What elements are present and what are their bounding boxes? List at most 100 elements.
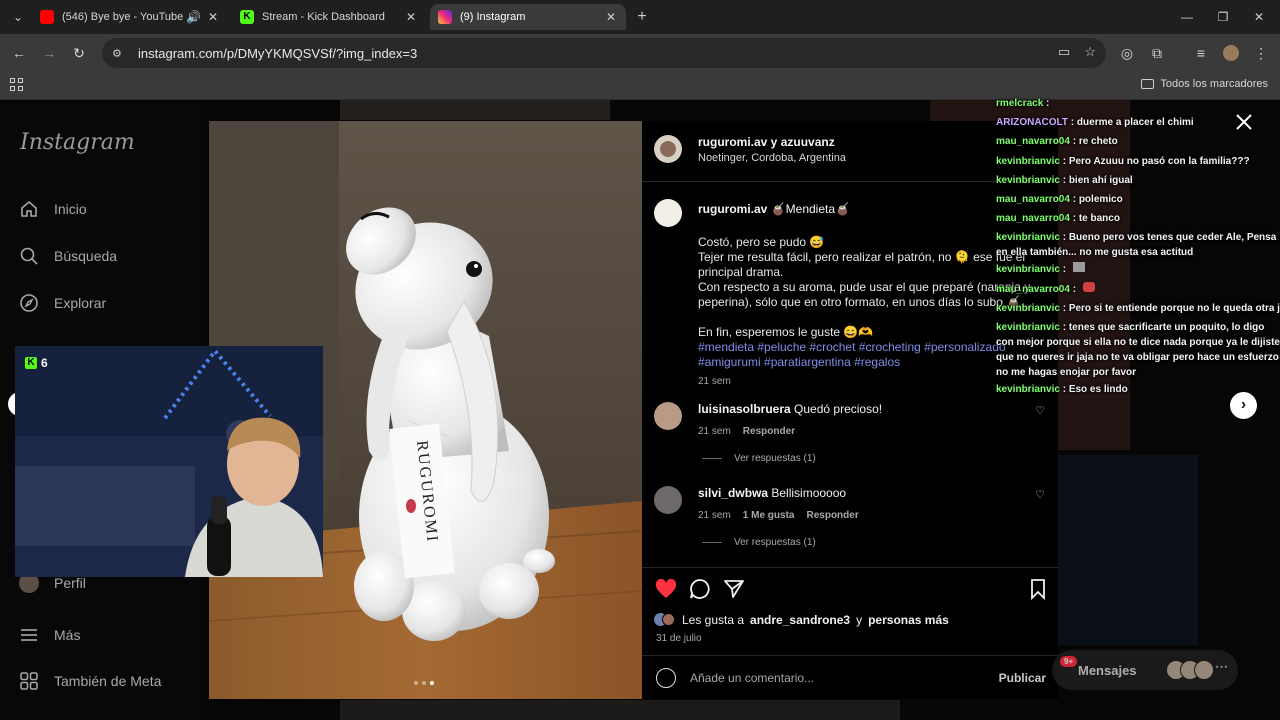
post-location[interactable]: Noetinger, Cordoba, Argentina xyxy=(698,152,846,164)
emoji-picker-icon[interactable] xyxy=(656,668,676,688)
chat-username: kevinbrianvic xyxy=(996,302,1060,314)
forward-arrow-icon[interactable]: → xyxy=(38,42,60,64)
like-comment-heart-icon[interactable]: ♡ xyxy=(1035,488,1045,501)
carousel-dot-active[interactable] xyxy=(430,681,434,685)
chat-emote xyxy=(1082,281,1095,292)
extensions-icon[interactable]: ⧉ xyxy=(1146,42,1168,64)
media-controls-icon[interactable]: ≡ xyxy=(1190,42,1212,64)
kick-viewer-count: K 6 xyxy=(25,356,48,370)
carousel-dot[interactable] xyxy=(422,681,426,685)
restore-icon[interactable]: ❐ xyxy=(1212,6,1234,28)
tab-kick-dashboard[interactable]: K Stream - Kick Dashboard ✕ xyxy=(232,4,426,30)
nav-label: Explorar xyxy=(54,295,107,311)
viewer-count: 6 xyxy=(41,356,48,370)
chat-text: bien ahí igual xyxy=(1068,174,1133,186)
nav-item-mas[interactable]: Más xyxy=(18,624,80,646)
incognito-icon[interactable]: ◎ xyxy=(1116,42,1138,64)
url-text[interactable]: instagram.com/p/DMyYKMQSVSf/?img_index=3 xyxy=(138,46,417,61)
minimize-icon[interactable]: — xyxy=(1176,6,1198,28)
view-replies-button[interactable]: Ver respuestas (1) xyxy=(702,537,816,548)
nav-item-inicio[interactable]: Inicio xyxy=(18,198,87,220)
chat-username: mau_navarro04 xyxy=(996,136,1070,148)
liked-heart-icon[interactable] xyxy=(654,577,678,601)
nav-label: Perfil xyxy=(54,575,86,591)
meta-apps-icon xyxy=(18,670,40,692)
nav-label: También de Meta xyxy=(54,673,162,689)
carousel-dot[interactable] xyxy=(414,681,418,685)
reply-button[interactable]: Responder xyxy=(743,426,795,437)
chat-username: kevinbrianvic xyxy=(996,264,1060,276)
liker-username[interactable]: andre_sandrone3 xyxy=(750,613,850,627)
browser-tab-strip: ⌄ (546) Bye bye - YouTube 🔊 ✕ K Stream -… xyxy=(0,0,1280,34)
close-tab-icon[interactable]: ✕ xyxy=(404,10,418,24)
comment-username[interactable]: silvi_dwbwa xyxy=(698,486,768,500)
chat-message: rmelcrack : xyxy=(996,98,1050,109)
view-replies-label: Ver respuestas (1) xyxy=(734,453,816,464)
actions-divider xyxy=(642,567,1058,568)
tab-search-chevron-icon[interactable]: ⌄ xyxy=(8,7,28,27)
publish-button[interactable]: Publicar xyxy=(999,671,1046,685)
nav-item-busqueda[interactable]: Búsqueda xyxy=(18,245,117,267)
chat-text: te banco xyxy=(1078,213,1120,225)
tab-title: Stream - Kick Dashboard xyxy=(262,11,385,23)
chat-username: kevinbrianvic xyxy=(996,322,1060,334)
chat-text: Pero si te entiende porque no le queda o… xyxy=(1068,302,1280,314)
share-paper-plane-icon[interactable] xyxy=(722,577,746,601)
likers-avatars[interactable] xyxy=(654,613,676,627)
messages-avatars xyxy=(1166,660,1214,680)
chat-message: mau_navarro04 : re cheto xyxy=(996,136,1118,148)
nav-item-tambien-de-meta[interactable]: También de Meta xyxy=(18,670,161,692)
tab-youtube[interactable]: (546) Bye bye - YouTube 🔊 ✕ xyxy=(32,4,228,30)
back-arrow-icon[interactable]: ← xyxy=(8,42,30,64)
all-bookmarks[interactable]: Todos los marcadores xyxy=(1141,78,1268,90)
comment-item: silvi_dwbwa Bellisimooooo 21 sem 1 Me gu… xyxy=(654,486,1049,521)
tab-instagram[interactable]: (9) Instagram ✕ xyxy=(430,4,626,30)
kebab-menu-icon[interactable]: ⋮ xyxy=(1250,42,1272,64)
likes-summary: Les gusta a andre_sandrone3 y personas m… xyxy=(654,613,949,627)
site-info-icon[interactable]: ⚙ xyxy=(112,47,128,60)
divider xyxy=(702,458,722,459)
commenter-avatar[interactable] xyxy=(654,486,682,514)
address-bar[interactable]: ⚙ instagram.com/p/DMyYKMQSVSf/?img_index… xyxy=(102,38,1106,68)
comment-likes[interactable]: 1 Me gusta xyxy=(743,510,795,521)
save-bookmark-icon[interactable] xyxy=(1026,577,1050,601)
close-window-icon[interactable]: ✕ xyxy=(1248,6,1270,28)
chat-username: kevinbrianvic xyxy=(996,155,1060,167)
tab-title: (546) Bye bye - YouTube xyxy=(62,11,184,23)
commenter-avatar[interactable] xyxy=(654,402,682,430)
apps-grid-icon[interactable] xyxy=(10,78,24,92)
bookmark-star-icon[interactable]: ☆ xyxy=(1084,44,1096,60)
chat-message: kevinbrianvic : tenes que sacrificarte u… xyxy=(996,322,1280,379)
speaker-icon[interactable]: 🔊 xyxy=(186,10,201,24)
comment-input[interactable]: Añade un comentario... xyxy=(690,671,814,685)
messages-button[interactable]: 9+ Mensajes ⋯ xyxy=(1052,650,1238,690)
close-tab-icon[interactable]: ✕ xyxy=(604,10,618,24)
youtube-icon xyxy=(40,10,54,24)
author-avatar[interactable] xyxy=(654,135,682,163)
chat-message: kevinbrianvic : Pero Azuuu no pasó con l… xyxy=(996,155,1250,167)
all-bookmarks-label: Todos los marcadores xyxy=(1160,78,1268,90)
view-replies-button[interactable]: Ver respuestas (1) xyxy=(702,453,816,464)
comment-bubble-icon[interactable] xyxy=(688,577,712,601)
caption-username[interactable]: ruguromi.av xyxy=(698,202,767,216)
instagram-logo[interactable]: Instagram xyxy=(20,130,135,155)
comment-username[interactable]: luisinasolbruera xyxy=(698,402,791,416)
post-date: 31 de julio xyxy=(656,633,702,644)
messages-label: Mensajes xyxy=(1078,662,1137,678)
cast-icon[interactable]: ▭ xyxy=(1058,44,1070,60)
reload-icon[interactable]: ↻ xyxy=(68,42,90,64)
new-tab-plus-icon[interactable]: + xyxy=(632,7,652,27)
post-actions xyxy=(654,577,1050,603)
like-comment-heart-icon[interactable]: ♡ xyxy=(1035,404,1045,417)
likes-others[interactable]: personas más xyxy=(868,613,949,627)
more-dots-icon[interactable]: ⋯ xyxy=(1215,659,1228,675)
chat-text: duerme a placer el chimi xyxy=(1076,117,1194,129)
stream-chat-overlay: rmelcrack : ARIZONACOLT : duerme a place… xyxy=(996,94,1280,399)
close-tab-icon[interactable]: ✕ xyxy=(206,10,220,24)
profile-avatar[interactable] xyxy=(1220,42,1242,64)
caption-author-avatar[interactable] xyxy=(654,199,682,227)
nav-item-explorar[interactable]: Explorar xyxy=(18,292,106,314)
post-authors[interactable]: ruguromi.av y azuuvanz xyxy=(698,135,846,149)
reply-button[interactable]: Responder xyxy=(806,510,858,521)
likes-joiner: y xyxy=(856,613,863,627)
